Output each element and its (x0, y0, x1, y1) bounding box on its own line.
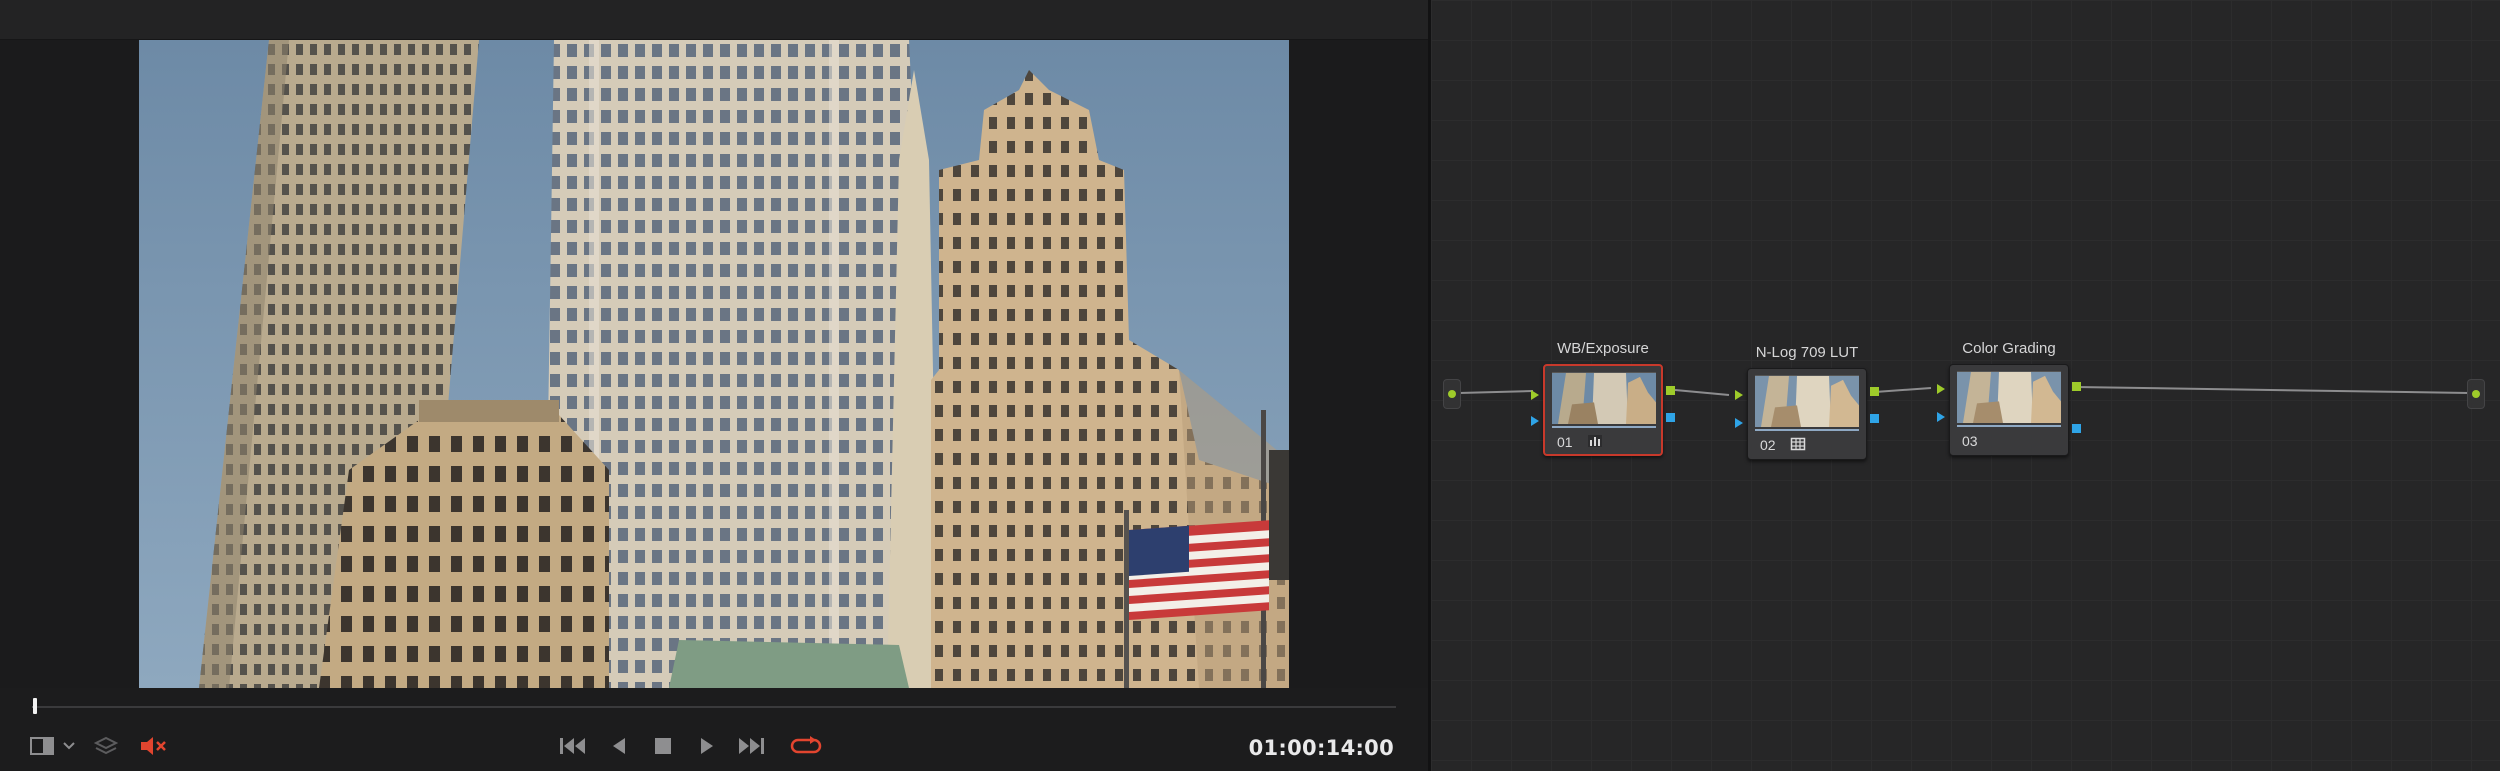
node-rgb-input[interactable] (1937, 384, 1945, 394)
viewer-canvas[interactable] (0, 40, 1428, 688)
node-number: 01 (1557, 434, 1573, 450)
speaker-muted-icon[interactable] (138, 734, 168, 758)
layers-icon[interactable] (92, 734, 120, 758)
rgb-input-dot (1448, 390, 1456, 398)
viewer-top-bar (0, 0, 1428, 40)
link-node-01-to-node-02 (1674, 389, 1730, 396)
node-alpha-output[interactable] (1870, 414, 1879, 423)
link-node-02-to-node-03 (1874, 387, 1932, 393)
node-body[interactable]: 02 (1747, 368, 1867, 460)
color-page: 01:00:14:00 WB/Exposure 01 N-Log 709 LUT… (0, 0, 2500, 771)
node-rgb-output[interactable] (1870, 387, 1879, 396)
node-status-bar (1552, 426, 1656, 428)
node-rgb-output[interactable] (1666, 386, 1675, 395)
node-alpha-input[interactable] (1937, 412, 1945, 422)
node-thumbnail (1755, 375, 1859, 427)
node-rgb-input[interactable] (1531, 390, 1539, 400)
transport-controls: 01:00:14:00 (0, 726, 1428, 766)
stop-icon[interactable] (650, 734, 676, 758)
loop-icon[interactable] (788, 734, 824, 758)
node-01[interactable]: WB/Exposure 01 (1531, 340, 1675, 456)
node-number: 03 (1962, 433, 1978, 449)
playhead[interactable] (33, 698, 37, 714)
node-alpha-output[interactable] (2072, 424, 2081, 433)
node-thumbnail (1552, 372, 1656, 424)
scrubber-track (32, 706, 1396, 708)
timecode-display[interactable]: 01:00:14:00 (1249, 736, 1394, 760)
rgb-output-dot (2472, 390, 2480, 398)
node-alpha-input[interactable] (1531, 416, 1539, 426)
bars-icon (1587, 434, 1603, 448)
node-number: 02 (1760, 437, 1776, 453)
lut-grid-icon (1790, 437, 1806, 451)
node-status-bar (1755, 429, 1859, 431)
chevron-down-icon[interactable] (60, 734, 78, 758)
play-icon[interactable] (694, 734, 720, 758)
play-reverse-icon[interactable] (606, 734, 632, 758)
node-status-bar (1957, 425, 2061, 427)
source-input-port[interactable] (1443, 379, 1461, 409)
node-03[interactable]: Color Grading 03 (1937, 340, 2081, 456)
node-alpha-output[interactable] (1666, 413, 1675, 422)
node-body[interactable]: 03 (1949, 364, 2069, 456)
node-label[interactable]: WB/Exposure (1503, 340, 1703, 357)
jump-to-first-frame-icon[interactable] (556, 734, 590, 758)
node-02[interactable]: N-Log 709 LUT 02 (1735, 344, 1879, 460)
node-rgb-input[interactable] (1735, 390, 1743, 400)
timeline-scrubber[interactable] (32, 698, 1396, 714)
city-buildings-frame-image (139, 40, 1289, 688)
jump-to-last-frame-icon[interactable] (734, 734, 768, 758)
link-node-03-to-output (2075, 386, 2470, 394)
video-frame (139, 40, 1289, 688)
rgb-output-port[interactable] (2467, 379, 2485, 409)
node-label[interactable]: Color Grading (1909, 340, 2109, 357)
node-alpha-input[interactable] (1735, 418, 1743, 428)
node-body[interactable]: 01 (1543, 364, 1663, 456)
node-rgb-output[interactable] (2072, 382, 2081, 391)
link-source-to-node-01 (1458, 390, 1534, 394)
node-editor[interactable]: WB/Exposure 01 N-Log 709 LUT 02 Color Gr… (1431, 0, 2500, 771)
viewer-panel: 01:00:14:00 (0, 0, 1428, 771)
node-label[interactable]: N-Log 709 LUT (1707, 344, 1907, 361)
node-thumbnail (1957, 371, 2061, 423)
viewer-layout-icon[interactable] (28, 734, 56, 758)
